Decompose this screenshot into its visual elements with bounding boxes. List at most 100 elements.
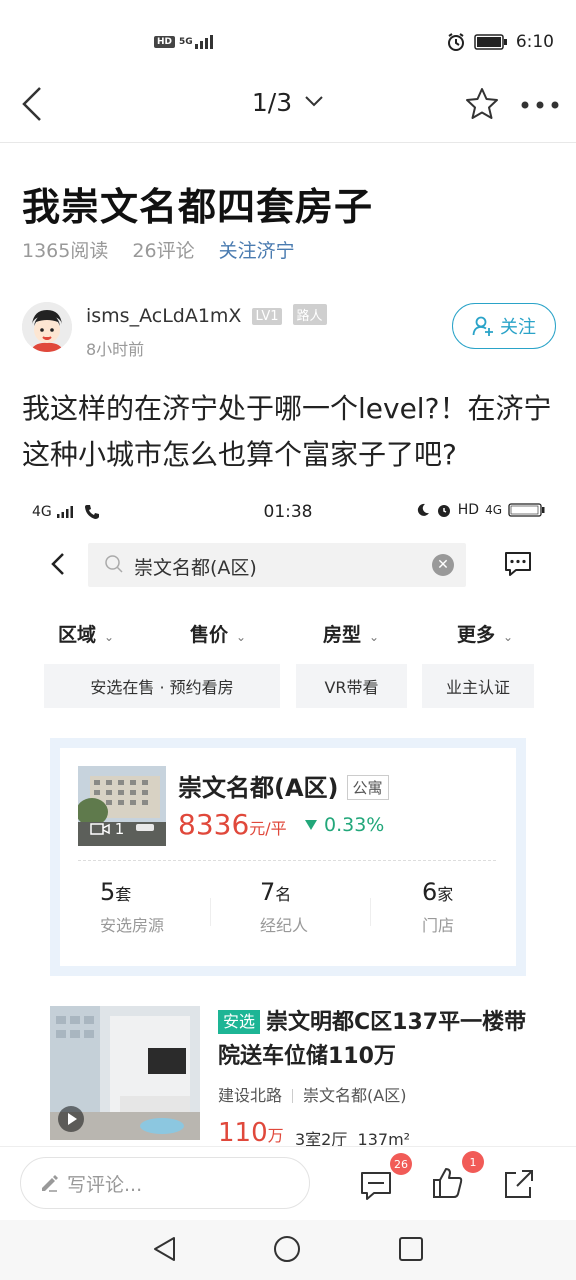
- chevron-down-icon: ⌄: [236, 630, 247, 644]
- embedded-search-input[interactable]: 崇文名都(A区) ✕: [88, 543, 466, 587]
- play-triangle-icon: [68, 1113, 77, 1125]
- message-icon[interactable]: [502, 548, 534, 580]
- stat-stores-unit: 家: [437, 885, 454, 904]
- chip-vr[interactable]: VR带看: [296, 664, 407, 708]
- article-body: 我这样的在济宁处于哪一个level?！在济宁这种小城市怎么也算个富家子了吧?: [22, 392, 552, 471]
- author-info: isms_AcLdA1mX LV1 路人: [86, 304, 327, 327]
- clear-icon[interactable]: ✕: [432, 554, 454, 576]
- stat-agents-label: 经纪人: [260, 916, 309, 935]
- listing-location: 建设北路 崇文名都(A区): [218, 1082, 406, 1106]
- price-unit: 元/平: [249, 819, 287, 838]
- chip-anxuan[interactable]: 安选在售 · 预约看房: [44, 664, 280, 708]
- stat-agents[interactable]: 7名 经纪人: [260, 878, 400, 936]
- comments-button[interactable]: 26: [358, 1153, 412, 1207]
- listing-price: 110万: [218, 1118, 284, 1148]
- search-value: 崇文名都(A区): [134, 557, 257, 579]
- read-count: 1365阅读: [22, 240, 109, 262]
- avatar-icon: [22, 302, 72, 352]
- price-value: 8336: [178, 808, 250, 841]
- comment-count: 26评论: [132, 240, 195, 262]
- change-value: 0.33%: [324, 814, 385, 836]
- level-badge: LV1: [251, 308, 283, 325]
- down-triangle-icon: [305, 820, 317, 830]
- listing-road: 建设北路: [218, 1086, 283, 1105]
- status-right: 6:10: [446, 32, 554, 52]
- more-icon[interactable]: [518, 90, 562, 120]
- community-name-row: 崇文名都(A区) 公寓: [178, 768, 389, 803]
- listing-title-row[interactable]: 安选 崇文明都C区137平一楼带院送车位储110万: [218, 1006, 538, 1074]
- video-count: 1: [114, 820, 125, 838]
- clock: 6:10: [515, 32, 554, 52]
- community-name: 崇文名都(A区): [178, 774, 339, 802]
- network-type: 5G: [179, 37, 193, 47]
- embedded-lte: 4G: [485, 503, 502, 517]
- embedded-status-right: HD 4G: [416, 502, 546, 518]
- filter-layout-label: 房型: [323, 624, 362, 646]
- comment-placeholder: 写评论...: [67, 1173, 143, 1196]
- avatar[interactable]: [22, 302, 72, 352]
- filter-layout[interactable]: 房型 ⌄: [323, 620, 379, 647]
- nav-recents-icon[interactable]: [396, 1234, 426, 1264]
- play-icon[interactable]: [58, 1106, 84, 1132]
- listing-price-value: 110: [218, 1118, 268, 1148]
- nav-home-icon[interactable]: [272, 1234, 302, 1264]
- apartment-tag: 公寓: [346, 775, 389, 800]
- thumbs-up-icon: [433, 1168, 463, 1198]
- community-price: 8336元/平: [178, 808, 287, 841]
- chevron-down-icon: ⌄: [369, 630, 380, 644]
- embedded-back-icon[interactable]: [44, 549, 74, 579]
- battery-icon: [474, 34, 507, 50]
- filter-price[interactable]: 售价 ⌄: [190, 620, 246, 647]
- embedded-battery-icon: [508, 503, 545, 517]
- bottom-bar: 写评论... 26 1: [0, 1146, 576, 1220]
- comment-icon: [361, 1172, 391, 1200]
- listing-photo[interactable]: [50, 1006, 200, 1140]
- share-button[interactable]: [500, 1167, 536, 1207]
- listing-title: 崇文明都C区137平一楼带院送车位储110万: [218, 1010, 527, 1069]
- chip-owner-verified[interactable]: 业主认证: [422, 664, 534, 708]
- post-time: 8小时前: [86, 340, 145, 359]
- video-indicator: 1: [90, 820, 124, 838]
- signal-icon: [194, 35, 213, 49]
- embedded-hd: HD: [457, 502, 480, 518]
- stat-listings-label: 安选房源: [100, 916, 165, 935]
- filter-area-label: 区域: [58, 624, 97, 646]
- pencil-icon: [42, 1175, 58, 1192]
- nav-back-icon[interactable]: [150, 1234, 180, 1264]
- follow-button[interactable]: 关注: [452, 303, 556, 349]
- stat-stores[interactable]: 6家 门店: [422, 878, 562, 936]
- comment-input[interactable]: 写评论...: [20, 1157, 310, 1209]
- status-bar: HD 5G 6:10: [0, 0, 576, 86]
- moon-icon: [417, 503, 429, 516]
- network-indicator: HD 5G: [154, 34, 215, 50]
- star-icon[interactable]: [464, 86, 500, 122]
- listing-community: 崇文名都(A区): [303, 1086, 407, 1105]
- stat-listings-unit: 套: [115, 885, 132, 904]
- chevron-down-icon: [305, 96, 323, 107]
- comment-badge: 26: [390, 1153, 412, 1175]
- stat-divider: [370, 898, 371, 926]
- chevron-down-icon: ⌄: [503, 630, 514, 644]
- like-badge: 1: [462, 1151, 484, 1173]
- follow-topic-link[interactable]: 关注济宁: [219, 240, 295, 262]
- embedded-screenshot[interactable]: 4G 01:38 HD 4G 崇文名都(A区) ✕ 区域 ⌄ 售价 ⌄ 房型 ⌄…: [0, 492, 576, 1152]
- page-indicator-text: 1/3: [251, 88, 293, 117]
- community-card[interactable]: 1 崇文名都(A区) 公寓 8336元/平 0.33% 5套 安选房源 7名 经纪…: [60, 748, 516, 966]
- filter-area[interactable]: 区域 ⌄: [58, 620, 114, 647]
- stat-listings-num: 5: [100, 878, 116, 906]
- anxuan-tag: 安选: [218, 1010, 261, 1034]
- stat-listings[interactable]: 5套 安选房源: [100, 878, 240, 936]
- like-button[interactable]: 1: [430, 1151, 484, 1205]
- article-title: 我崇文名都四套房子: [22, 185, 374, 229]
- nav-divider: [0, 142, 576, 143]
- community-photo[interactable]: 1: [78, 766, 166, 846]
- stat-agents-num: 7: [260, 878, 276, 906]
- author-name[interactable]: isms_AcLdA1mX: [86, 305, 241, 327]
- system-nav-bar: [0, 1220, 576, 1280]
- filter-more[interactable]: 更多 ⌄: [457, 620, 513, 647]
- role-badge: 路人: [292, 304, 327, 325]
- filter-price-label: 售价: [190, 624, 229, 646]
- price-change: 0.33%: [304, 814, 384, 836]
- hd-badge: HD: [154, 36, 176, 48]
- search-icon: [105, 555, 123, 573]
